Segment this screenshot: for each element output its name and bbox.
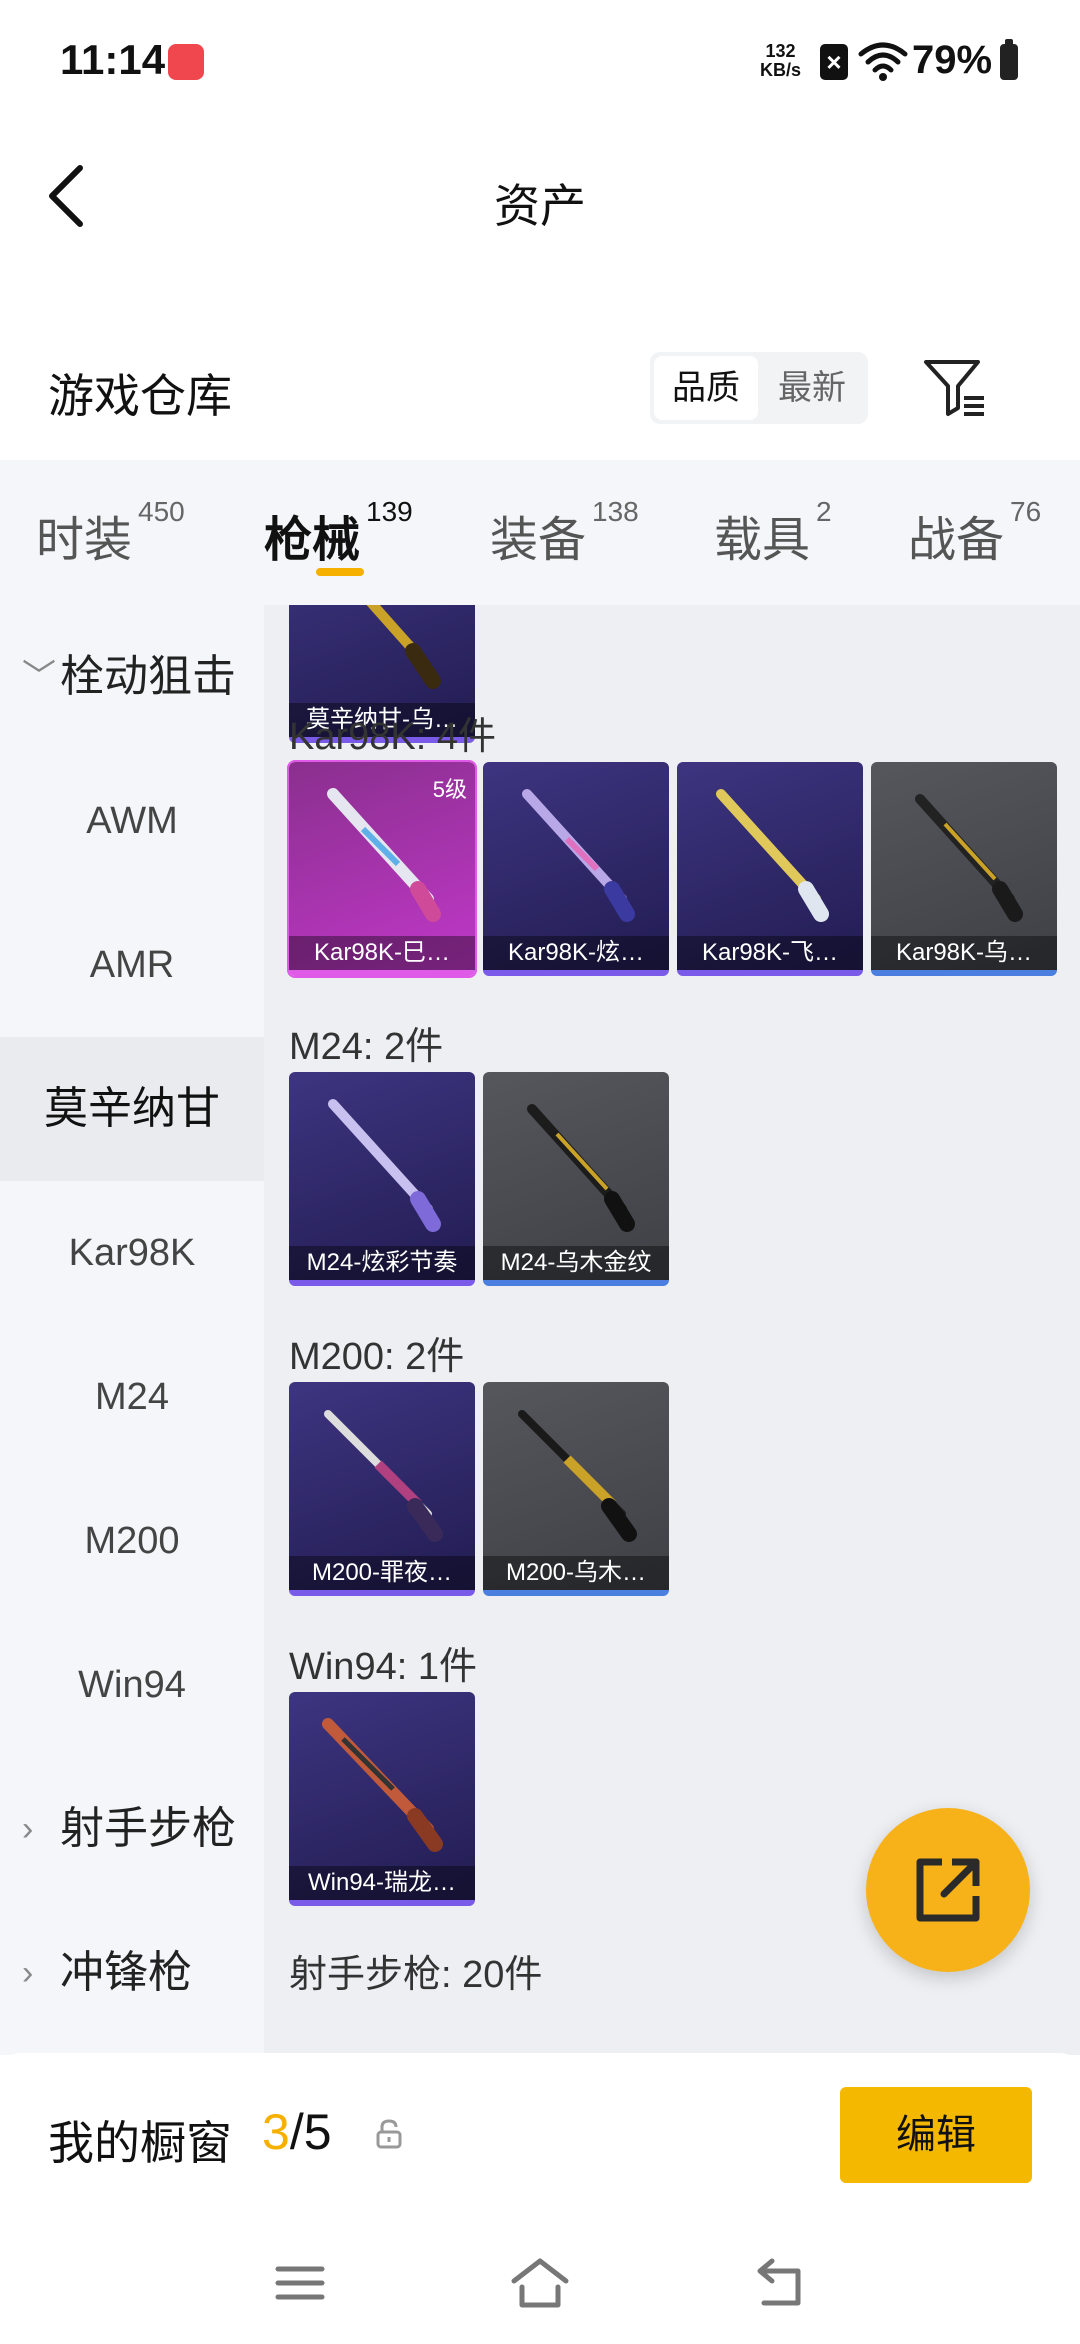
- tab-count: 76: [1010, 496, 1042, 527]
- sidebar-item-amr[interactable]: AMR: [0, 893, 264, 1037]
- tab-supplies[interactable]: 战备76: [908, 496, 1041, 570]
- weapon-name: M24-乌木金纹: [483, 1246, 669, 1280]
- my-showcase-bar: 我的橱窗 3/5 编辑: [0, 2053, 1080, 2223]
- page-title: 资产: [494, 180, 586, 232]
- active-tab-indicator: [316, 568, 364, 576]
- tab-fashion[interactable]: 时装450: [36, 496, 185, 570]
- tab-vehicles[interactable]: 载具2: [714, 496, 832, 570]
- weapon-name: M24-炫彩节奏: [289, 1246, 475, 1280]
- sidebar-item-awm[interactable]: AWM: [0, 749, 264, 893]
- filter-icon[interactable]: [922, 356, 986, 420]
- sidebar-item-mosin[interactable]: 莫辛纳甘: [0, 1037, 264, 1181]
- showcase-current: 3: [262, 2104, 290, 2160]
- sidebar-item-smg[interactable]: › 冲锋枪: [0, 1901, 264, 2045]
- rifle-icon: [324, 1410, 443, 1542]
- warehouse-title: 游戏仓库: [48, 370, 232, 422]
- sidebar-item-win94[interactable]: Win94: [0, 1613, 264, 1757]
- tab-label: 战备: [908, 514, 1005, 567]
- tab-label: 装备: [490, 514, 587, 567]
- sidebar-item-m200[interactable]: M200: [0, 1469, 264, 1613]
- weapon-name: M200-乌木…: [483, 1556, 669, 1590]
- rifle-icon: [527, 1104, 635, 1232]
- lock-icon: [376, 2119, 402, 2149]
- section-m24-label: M24: 2件: [289, 1026, 444, 1068]
- battery-icon: [1000, 39, 1018, 80]
- chevron-right-icon: ›: [22, 1810, 34, 1848]
- weapon-card[interactable]: Win94-瑞龙…: [289, 1692, 475, 1906]
- weapon-name: M200-罪夜…: [289, 1556, 475, 1590]
- tab-count: 450: [138, 496, 185, 527]
- category-tabs: 时装450 枪械139 装备138 载具2 战备76: [0, 460, 1080, 605]
- sidebar-item-m24[interactable]: M24: [0, 1325, 264, 1469]
- section-kar98k-label: Kar98K: 4件: [289, 716, 496, 758]
- battery-percent: 79%: [912, 38, 993, 82]
- weapon-card[interactable]: Kar98K-炫…: [483, 762, 669, 976]
- share-external-icon: [916, 1858, 980, 1922]
- weapon-card[interactable]: Kar98K-飞…: [677, 762, 863, 976]
- rifle-icon: [522, 789, 635, 922]
- share-fab-button[interactable]: [866, 1808, 1030, 1972]
- net-speed-unit: KB/s: [760, 60, 802, 80]
- sidebar-item-kar98k[interactable]: Kar98K: [0, 1181, 264, 1325]
- wifi-icon: [858, 42, 908, 81]
- tab-firearms[interactable]: 枪械139: [264, 496, 413, 570]
- section-win94-label: Win94: 1件: [289, 1646, 477, 1688]
- back-nav-icon[interactable]: [750, 2253, 810, 2313]
- tab-count: 2: [816, 496, 832, 527]
- tab-equipment[interactable]: 装备138: [490, 496, 639, 570]
- no-sim-icon: ×: [820, 44, 848, 80]
- edit-button[interactable]: 编辑: [840, 2087, 1032, 2183]
- tab-label: 枪械: [264, 514, 361, 567]
- rifle-icon: [322, 1718, 443, 1852]
- rifle-icon: [518, 1410, 637, 1542]
- showcase-total: /5: [289, 2104, 332, 2160]
- weapon-name: Kar98K-炫…: [483, 936, 669, 970]
- weapon-sidebar: ﹀ 栓动狙击 AWM AMR 莫辛纳甘 Kar98K M24 M200 Win9…: [0, 605, 264, 2055]
- net-speed: 132 KB/s: [760, 42, 801, 80]
- section-m200-label: M200: 2件: [289, 1336, 465, 1378]
- tab-label: 时装: [36, 514, 133, 567]
- status-bar: 11:14 132 KB/s × 79%: [0, 0, 1080, 120]
- section-marksman-label: 射手步枪: 20件: [289, 1954, 543, 1996]
- weapon-name: Kar98K-乌…: [871, 936, 1057, 970]
- sidebar-item-bolt-action[interactable]: ﹀ 栓动狙击: [0, 605, 264, 749]
- huawei-app-icon: [168, 44, 204, 80]
- weapon-card[interactable]: Kar98K-乌…: [871, 762, 1057, 976]
- sort-newest-button[interactable]: 最新: [760, 356, 864, 420]
- menu-icon[interactable]: [270, 2253, 330, 2313]
- weapon-card[interactable]: M24-乌木金纹: [483, 1072, 669, 1286]
- tab-count: 139: [366, 496, 413, 527]
- home-icon[interactable]: [510, 2253, 570, 2313]
- weapon-card[interactable]: 5级 Kar98K-巳…: [287, 760, 477, 978]
- tab-label: 载具: [714, 514, 811, 567]
- weapon-name: Kar98K-飞…: [677, 936, 863, 970]
- net-speed-value: 132: [765, 41, 796, 61]
- system-nav-bar: [0, 2223, 1080, 2344]
- weapon-card[interactable]: M24-炫彩节奏: [289, 1072, 475, 1286]
- sidebar-item-label: 射手步枪: [60, 1804, 236, 1853]
- showcase-count: 3/5: [262, 2103, 332, 2161]
- sidebar-item-marksman[interactable]: › 射手步枪: [0, 1757, 264, 1901]
- showcase-label: 我的橱窗: [48, 2117, 232, 2169]
- status-time: 11:14: [60, 36, 166, 83]
- rifle-icon: [366, 605, 441, 689]
- tab-count: 138: [592, 496, 639, 527]
- sidebar-item-label: 栓动狙击: [60, 652, 236, 701]
- sort-toggle: 品质 最新: [650, 352, 868, 424]
- rifle-icon: [327, 788, 441, 922]
- rifle-icon: [915, 794, 1023, 922]
- weapon-name: Win94-瑞龙…: [289, 1866, 475, 1900]
- weapon-card[interactable]: M200-乌木…: [483, 1382, 669, 1596]
- sort-quality-button[interactable]: 品质: [654, 356, 758, 420]
- rifle-icon: [328, 1099, 441, 1232]
- rifle-icon: [716, 789, 829, 922]
- chevron-down-icon: ﹀: [22, 658, 56, 696]
- chevron-right-icon: ›: [22, 1954, 34, 1992]
- weapon-name: Kar98K-巳…: [289, 936, 475, 970]
- sidebar-item-label: 冲锋枪: [60, 1948, 192, 1997]
- weapon-card[interactable]: M200-罪夜…: [289, 1382, 475, 1596]
